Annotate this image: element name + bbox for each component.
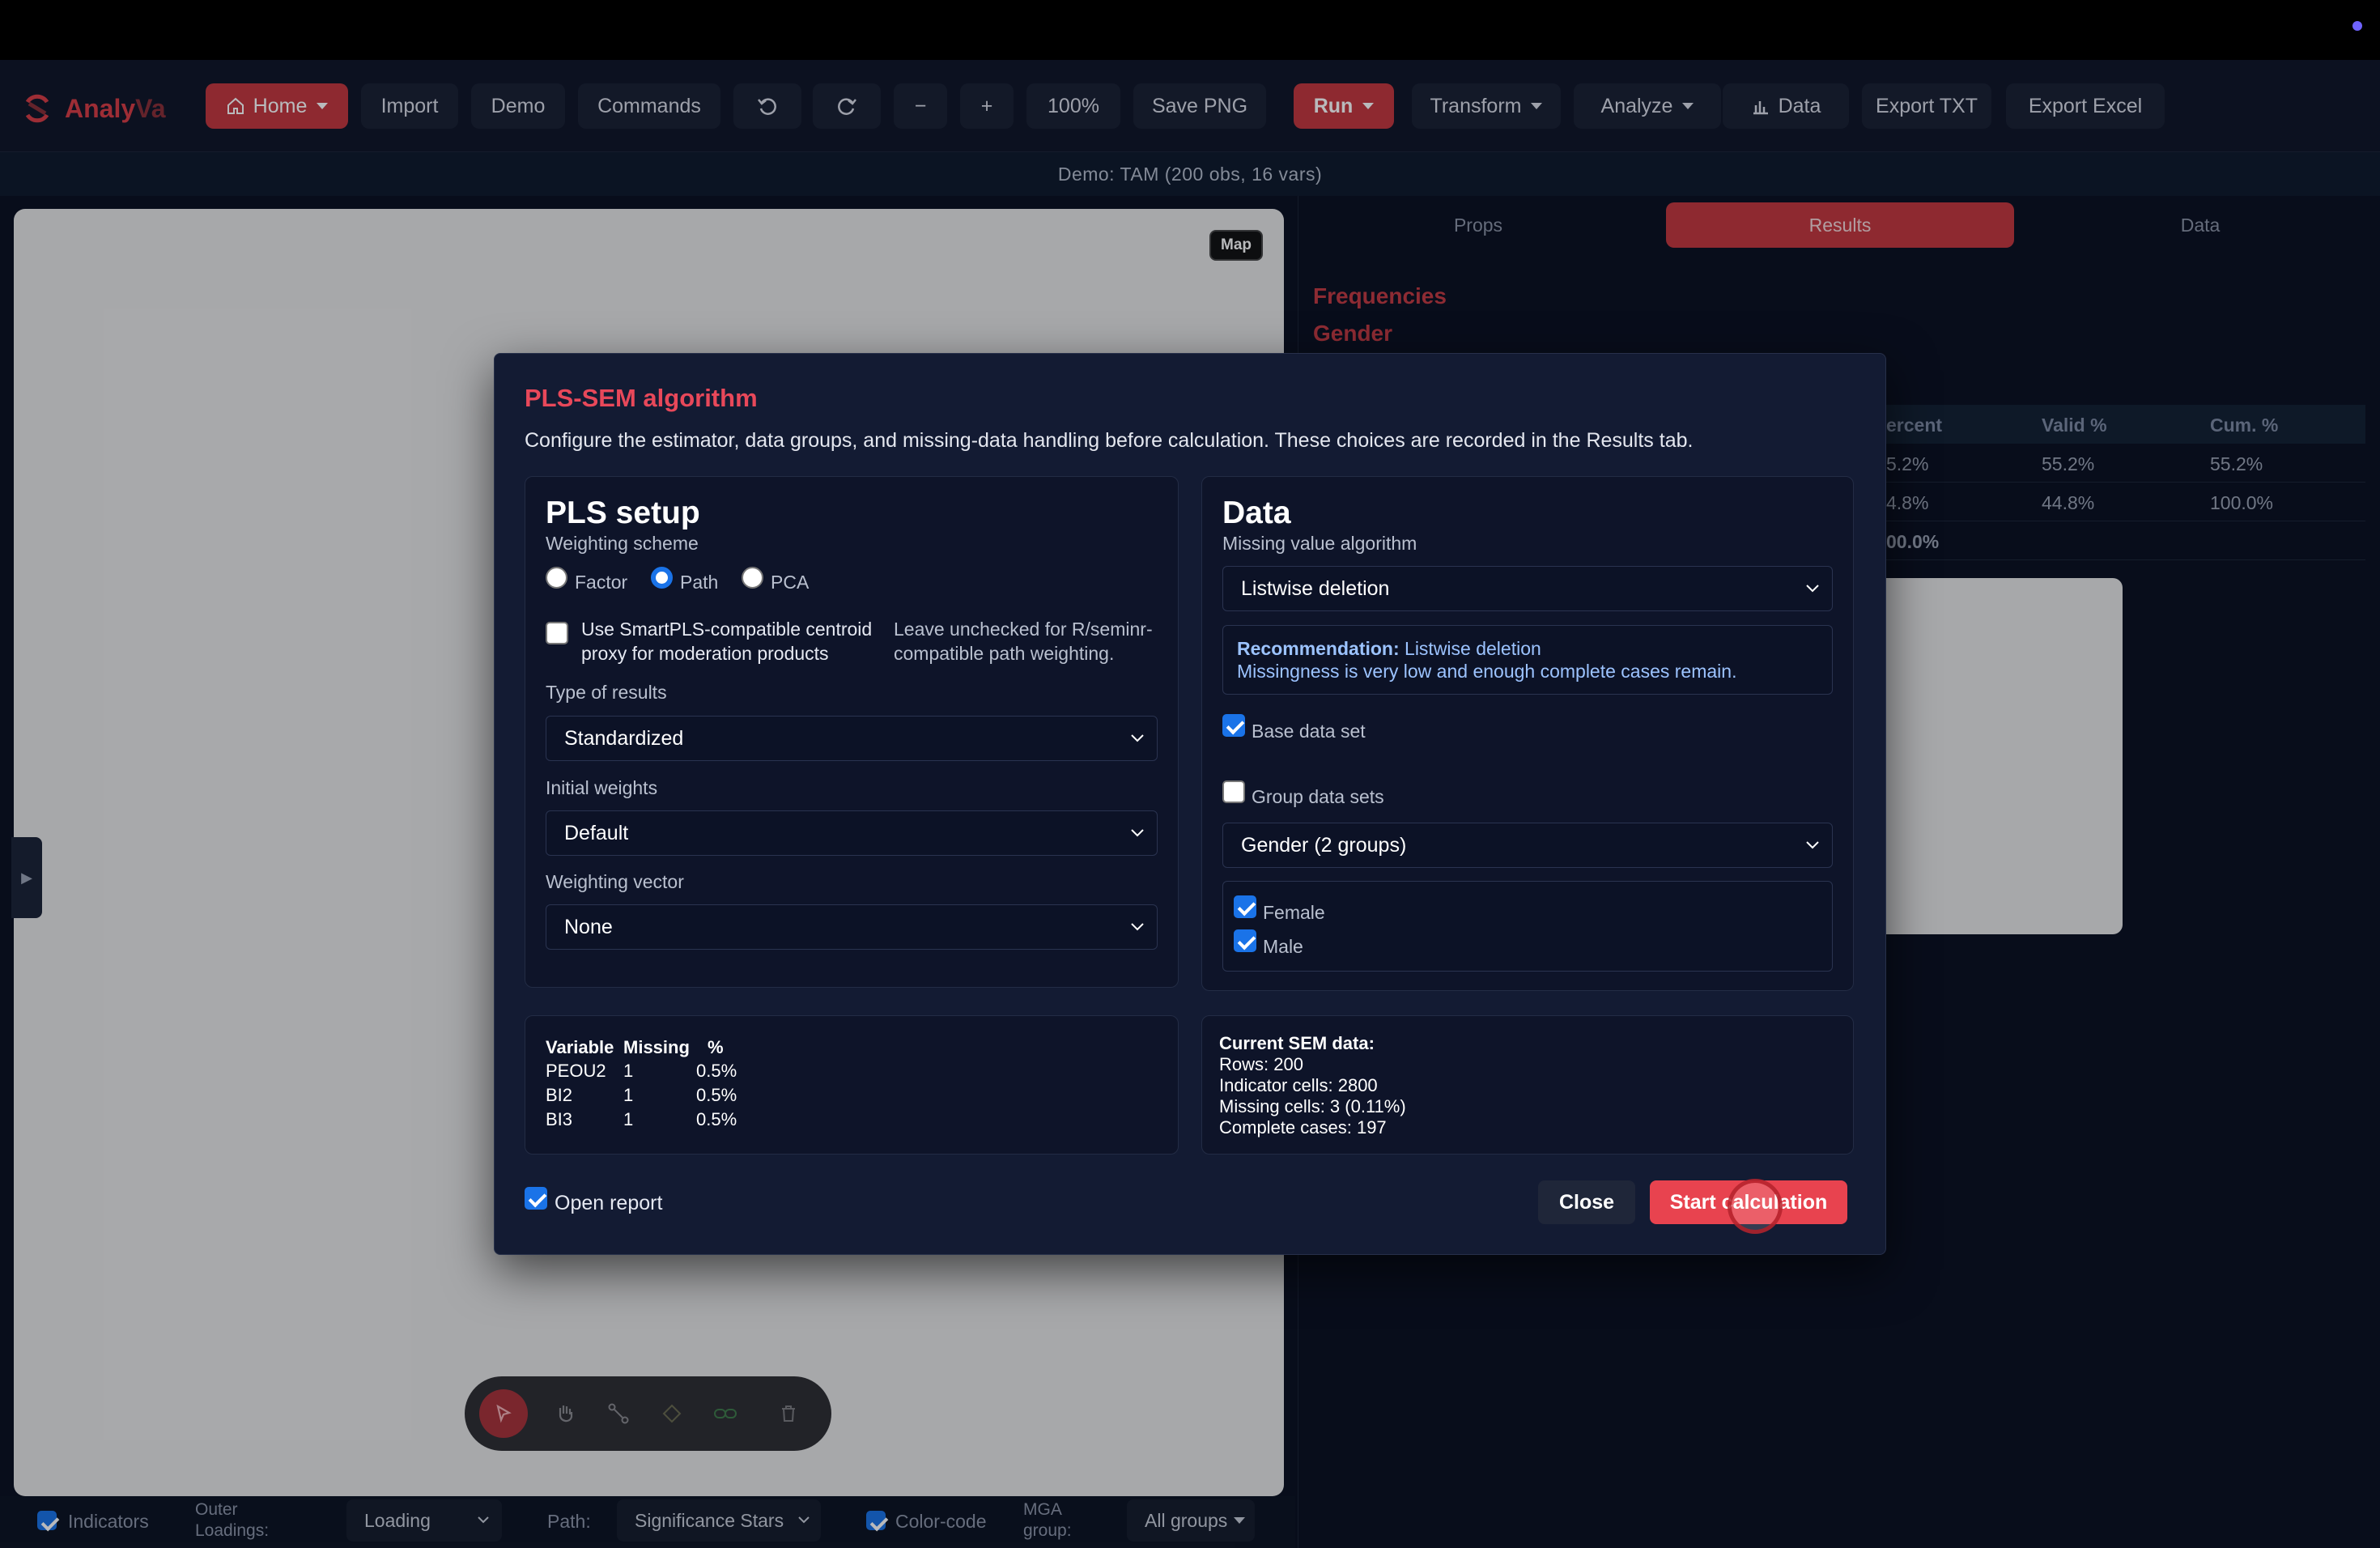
click-indicator	[1728, 1179, 1783, 1234]
open-report-checkbox[interactable]	[525, 1187, 547, 1210]
recommendation-line: Recommendation: Listwise deletion	[1237, 638, 1541, 660]
table-cell: BI2	[546, 1085, 573, 1105]
type-of-results-label: Type of results	[546, 682, 667, 703]
centroid-proxy-label-2: proxy for moderation products	[581, 643, 829, 664]
current-sem-rows: Rows: 200	[1219, 1054, 1303, 1074]
recommendation-label: Recommendation:	[1237, 638, 1400, 659]
scheme-path-radio[interactable]	[651, 567, 673, 589]
scheme-factor-radio[interactable]	[546, 567, 567, 589]
group-male-label: Male	[1263, 936, 1303, 957]
initial-weights-value: Default	[564, 821, 629, 844]
table-cell: BI3	[546, 1109, 573, 1129]
group-female-label: Female	[1263, 902, 1325, 923]
open-report-label: Open report	[555, 1192, 663, 1214]
weighting-vector-select[interactable]: None	[546, 904, 1158, 950]
current-sem-missing-cells: Missing cells: 3 (0.11%)	[1219, 1096, 1406, 1116]
group-female-checkbox[interactable]	[1234, 895, 1256, 918]
weighting-vector-label: Weighting vector	[546, 871, 684, 892]
system-bar	[0, 0, 2380, 60]
scheme-pca-label: PCA	[771, 572, 810, 593]
group-data-sets-checkbox[interactable]	[1222, 780, 1245, 803]
chevron-down-icon	[1131, 829, 1144, 837]
initial-weights-label: Initial weights	[546, 777, 658, 798]
centroid-hint-1: Leave unchecked for R/seminr-	[894, 619, 1153, 640]
table-cell: 1	[623, 1109, 634, 1129]
data-heading: Data	[1222, 495, 1291, 530]
base-data-set-checkbox[interactable]	[1222, 714, 1245, 737]
type-of-results-value: Standardized	[564, 726, 684, 750]
table-cell: 0.5%	[696, 1061, 737, 1081]
table-cell: PEOU2	[546, 1061, 606, 1081]
status-dot	[2352, 21, 2362, 31]
scheme-pca-radio[interactable]	[742, 567, 763, 589]
column-header: Missing	[623, 1037, 690, 1057]
current-sem-title: Current SEM data:	[1219, 1033, 1375, 1053]
type-of-results-select[interactable]: Standardized	[546, 716, 1158, 761]
missing-value-select[interactable]: Listwise deletion	[1222, 566, 1833, 611]
scheme-path-label: Path	[680, 572, 719, 593]
missing-value-label: Missing value algorithm	[1222, 533, 1417, 554]
column-header: %	[708, 1037, 724, 1057]
group-variable-select[interactable]: Gender (2 groups)	[1222, 823, 1833, 868]
group-variable-value: Gender (2 groups)	[1241, 833, 1407, 857]
table-cell: 0.5%	[696, 1085, 737, 1105]
missing-value-current: Listwise deletion	[1241, 576, 1390, 600]
group-male-checkbox[interactable]	[1234, 929, 1256, 952]
pls-setup-heading: PLS setup	[546, 495, 700, 530]
column-header: Variable	[546, 1037, 614, 1057]
chevron-down-icon	[1806, 585, 1819, 593]
current-sem-complete-cases: Complete cases: 197	[1219, 1117, 1387, 1138]
chevron-down-icon	[1131, 923, 1144, 931]
table-cell: 0.5%	[696, 1109, 737, 1129]
chevron-down-icon	[1131, 734, 1144, 742]
centroid-hint-2: compatible path weighting.	[894, 643, 1115, 664]
centroid-proxy-checkbox[interactable]	[546, 622, 568, 644]
close-button[interactable]: Close	[1538, 1180, 1635, 1224]
weighting-vector-value: None	[564, 915, 613, 938]
dialog-description: Configure the estimator, data groups, an…	[525, 429, 1694, 452]
group-data-sets-label: Group data sets	[1252, 786, 1384, 807]
recommendation-box	[1222, 625, 1833, 695]
scheme-factor-label: Factor	[575, 572, 628, 593]
recommendation-note: Missingness is very low and enough compl…	[1237, 661, 1737, 682]
table-cell: 1	[623, 1061, 634, 1081]
chevron-down-icon	[1806, 841, 1819, 849]
recommendation-value: Listwise deletion	[1405, 638, 1541, 659]
initial-weights-select[interactable]: Default	[546, 810, 1158, 856]
base-data-set-label: Base data set	[1252, 721, 1366, 742]
table-cell: 1	[623, 1085, 634, 1105]
current-sem-indicator-cells: Indicator cells: 2800	[1219, 1075, 1378, 1095]
dialog-title: PLS-SEM algorithm	[525, 384, 758, 412]
centroid-proxy-label-1: Use SmartPLS-compatible centroid	[581, 619, 873, 640]
group-list	[1222, 881, 1833, 972]
weighting-scheme-label: Weighting scheme	[546, 533, 699, 554]
